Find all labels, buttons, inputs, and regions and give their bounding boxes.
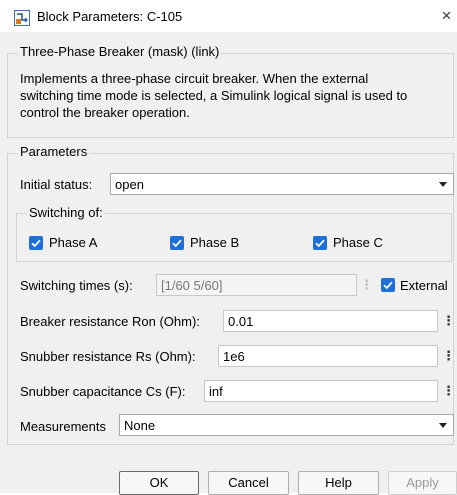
initial-status-label: Initial status: <box>20 177 93 192</box>
breaker-resistance-value: 0.01 <box>228 314 254 329</box>
measurements-label: Measurements <box>20 419 106 434</box>
description-line: switching time mode is selected, a Simul… <box>20 88 408 103</box>
mask-description: Implements a three-phase circuit breaker… <box>20 70 452 121</box>
cancel-button[interactable]: Cancel <box>208 471 289 495</box>
chevron-down-icon <box>439 423 447 428</box>
checkmark-icon <box>31 239 41 248</box>
chevron-down-icon <box>439 182 447 187</box>
initial-status-select[interactable]: open <box>110 173 454 195</box>
initial-status-value: open <box>115 177 144 192</box>
description-line: control the breaker operation. <box>20 105 190 120</box>
more-options-icon[interactable]: ⋮ <box>442 310 455 332</box>
apply-button[interactable]: Apply <box>388 471 457 495</box>
close-icon[interactable]: × <box>436 6 457 26</box>
phase-b-checkbox[interactable] <box>170 236 184 250</box>
phase-b-label[interactable]: Phase B <box>190 235 239 250</box>
external-checkbox[interactable] <box>381 278 395 292</box>
window-title: Block Parameters: C-105 <box>37 9 183 24</box>
ok-button[interactable]: OK <box>119 471 199 495</box>
snubber-capacitance-value: inf <box>209 384 223 399</box>
phase-c-checkbox[interactable] <box>313 236 327 250</box>
phase-c-label[interactable]: Phase C <box>333 235 383 250</box>
switching-times-field[interactable]: [1/60 5/60] <box>156 274 357 296</box>
measurements-value: None <box>124 418 156 433</box>
checkmark-icon <box>172 239 182 248</box>
external-label[interactable]: External <box>400 278 448 293</box>
mask-heading: Three-Phase Breaker (mask) (link) <box>18 44 222 59</box>
more-options-icon[interactable]: ⋮ <box>442 345 455 367</box>
switching-of-heading: Switching of: <box>27 205 105 220</box>
description-line: Implements a three-phase circuit breaker… <box>20 71 369 86</box>
phase-a-label[interactable]: Phase A <box>49 235 97 250</box>
more-options-icon[interactable]: ⋮ <box>360 274 373 296</box>
switching-times-label: Switching times (s): <box>20 278 133 293</box>
help-button[interactable]: Help <box>298 471 379 495</box>
breaker-resistance-label: Breaker resistance Ron (Ohm): <box>20 314 200 329</box>
breaker-resistance-field[interactable]: 0.01 <box>223 310 438 332</box>
checkmark-icon <box>315 239 325 248</box>
snubber-resistance-value: 1e6 <box>223 349 245 364</box>
measurements-select[interactable]: None <box>119 414 454 436</box>
snubber-capacitance-label: Snubber capacitance Cs (F): <box>20 384 186 399</box>
parameters-heading: Parameters <box>18 144 90 159</box>
block-parameters-dialog: Block Parameters: C-105 × Three-Phase Br… <box>0 0 457 495</box>
snubber-capacitance-field[interactable]: inf <box>204 380 438 402</box>
title-bar: Block Parameters: C-105 × <box>0 0 457 32</box>
switching-times-value: [1/60 5/60] <box>161 278 223 293</box>
simulink-block-icon <box>14 10 30 26</box>
checkmark-icon <box>383 281 393 290</box>
snubber-resistance-field[interactable]: 1e6 <box>218 345 438 367</box>
more-options-icon[interactable]: ⋮ <box>442 380 455 402</box>
phase-a-checkbox[interactable] <box>29 236 43 250</box>
snubber-resistance-label: Snubber resistance Rs (Ohm): <box>20 349 196 364</box>
